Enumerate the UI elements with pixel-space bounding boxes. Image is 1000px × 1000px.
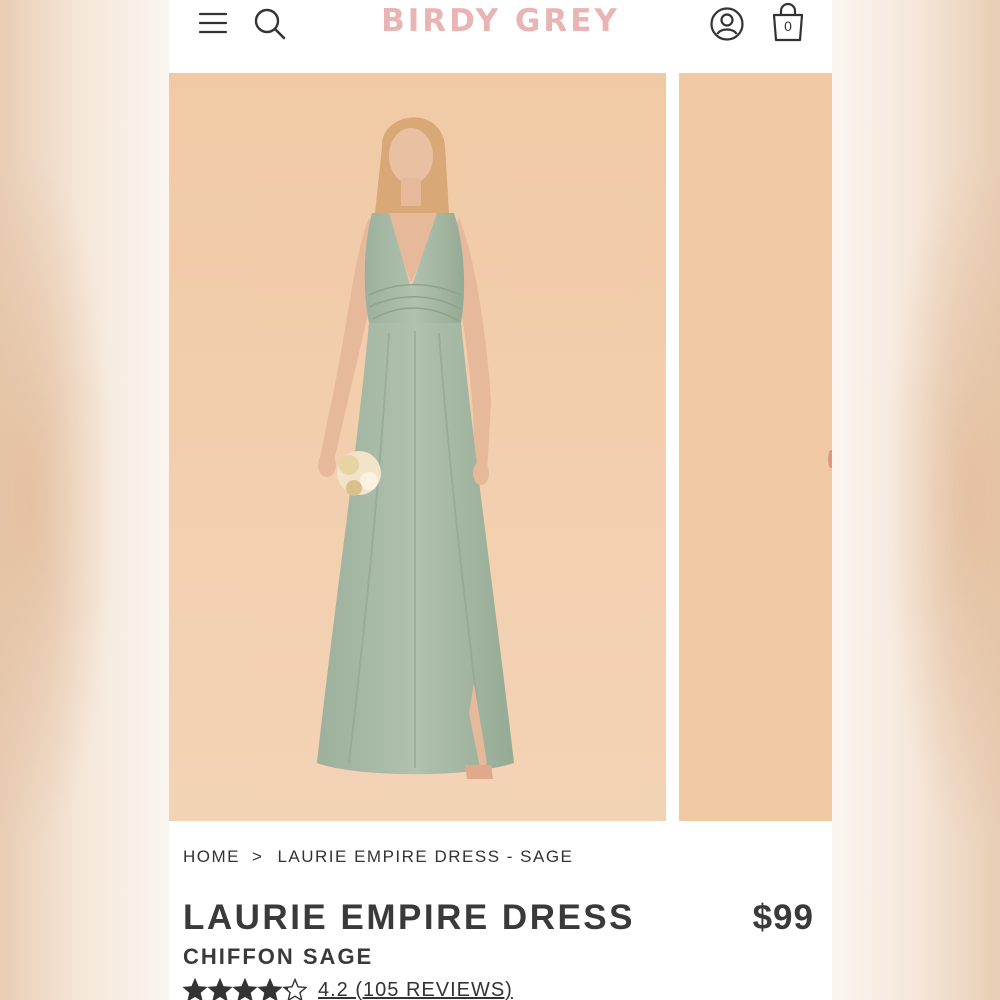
product-image-gallery[interactable]	[169, 73, 832, 821]
star-icon	[232, 978, 258, 1000]
star-icon	[207, 978, 233, 1000]
breadcrumb-current: LAURIE EMPIRE DRESS - SAGE	[277, 847, 574, 866]
product-title: LAURIE EMPIRE DRESS	[183, 898, 635, 937]
star-icon	[282, 978, 307, 1000]
star-icon	[183, 978, 208, 1000]
star-rating	[183, 978, 307, 1000]
product-photo-main[interactable]	[169, 73, 666, 821]
breadcrumb-separator: >	[252, 847, 264, 866]
phone-screen: BIRDY GREY 0 HOME > LAURIE EMPIRE DRESS …	[169, 0, 832, 1000]
breadcrumb: HOME > LAURIE EMPIRE DRESS - SAGE	[183, 847, 573, 867]
site-header: BIRDY GREY 0	[169, 0, 832, 72]
cart-count-badge: 0	[784, 18, 792, 34]
account-icon[interactable]	[709, 6, 745, 42]
product-price: $99	[752, 898, 814, 937]
star-icon	[257, 978, 283, 1000]
product-subtitle: CHIFFON SAGE	[183, 944, 374, 969]
breadcrumb-home-link[interactable]: HOME	[183, 847, 240, 866]
reviews-link[interactable]: 4.2 (105 REVIEWS)	[318, 979, 513, 1000]
product-photo-next[interactable]	[679, 73, 832, 821]
shopping-bag-icon[interactable]: 0	[769, 2, 807, 44]
